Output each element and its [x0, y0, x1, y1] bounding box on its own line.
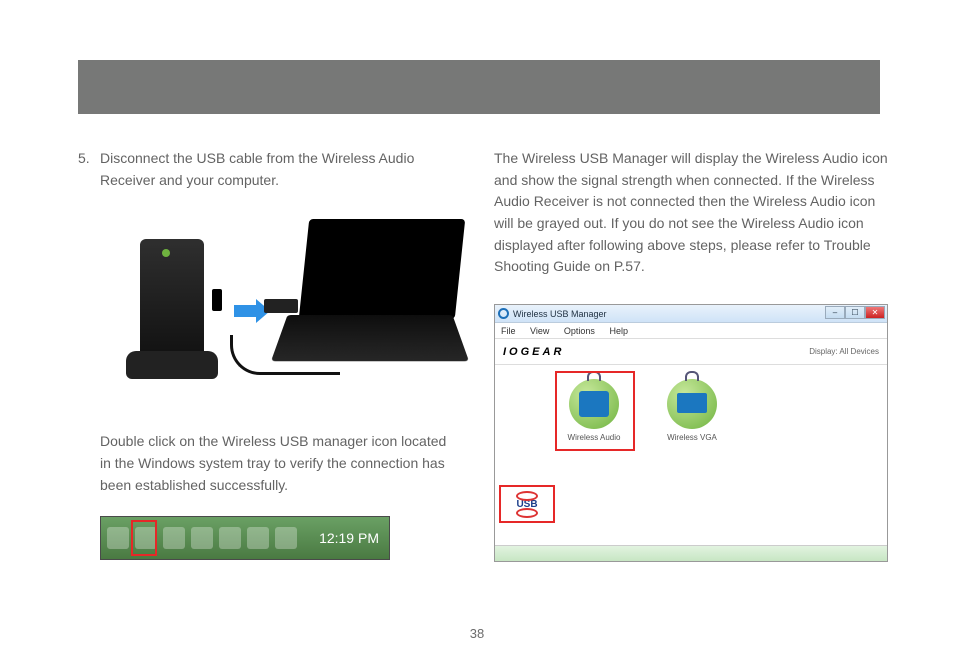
app-icon	[498, 308, 509, 319]
window-titlebar[interactable]: Wireless USB Manager – ☐ ✕	[495, 305, 887, 323]
arrow-right-icon	[234, 305, 258, 317]
tray-volume-icon	[275, 527, 297, 549]
device-label: Wireless VGA	[661, 433, 723, 442]
tray-network-icon	[247, 527, 269, 549]
status-bar	[495, 545, 887, 561]
wireless-vga-device-icon[interactable]: Wireless VGA	[661, 379, 723, 442]
content: 5. Disconnect the USB cable from the Wir…	[78, 148, 880, 562]
tray-generic-icon	[163, 527, 185, 549]
header-bar	[78, 60, 880, 114]
menu-bar: File View Options Help	[495, 323, 887, 339]
menu-help[interactable]: Help	[609, 326, 628, 336]
instruction-paragraph: Double click on the Wireless USB manager…	[100, 431, 460, 496]
highlight-box	[555, 371, 635, 451]
devices-canvas: Wireless Audio Wireless VGA USB	[495, 365, 887, 543]
close-button[interactable]: ✕	[865, 306, 885, 319]
tray-signal-icon	[219, 527, 241, 549]
laptop-illustration	[280, 219, 460, 399]
figure-system-tray: 12:19 PM	[100, 516, 390, 560]
menu-options[interactable]: Options	[564, 326, 595, 336]
brand-bar: IOGEAR Display: All Devices	[495, 339, 887, 365]
page-number: 38	[0, 626, 954, 641]
figure-disconnect-cable	[100, 215, 460, 405]
system-clock: 12:19 PM	[319, 530, 379, 546]
step-5: 5. Disconnect the USB cable from the Wir…	[78, 148, 460, 191]
minimize-button[interactable]: –	[825, 306, 845, 319]
explanation-paragraph: The Wireless USB Manager will display th…	[494, 148, 888, 278]
tray-shield-icon	[191, 527, 213, 549]
usb-badge-text: USB	[516, 499, 537, 510]
maximize-button[interactable]: ☐	[845, 306, 865, 319]
window-title: Wireless USB Manager	[513, 309, 607, 319]
display-filter-label[interactable]: Display: All Devices	[809, 347, 879, 356]
step-number: 5.	[78, 148, 100, 191]
menu-file[interactable]: File	[501, 326, 516, 336]
highlight-box	[131, 520, 157, 556]
step-text: Disconnect the USB cable from the Wirele…	[100, 148, 460, 191]
left-column: 5. Disconnect the USB cable from the Wir…	[78, 148, 460, 562]
audio-receiver-illustration	[126, 239, 218, 389]
right-column: The Wireless USB Manager will display th…	[494, 148, 888, 562]
tray-up-icon	[107, 527, 129, 549]
brand-logo: IOGEAR	[503, 346, 564, 358]
certified-usb-badge: USB	[499, 485, 555, 523]
menu-view[interactable]: View	[530, 326, 549, 336]
figure-usb-manager-window: Wireless USB Manager – ☐ ✕ File View Opt…	[494, 304, 888, 562]
monitor-icon	[677, 393, 707, 413]
